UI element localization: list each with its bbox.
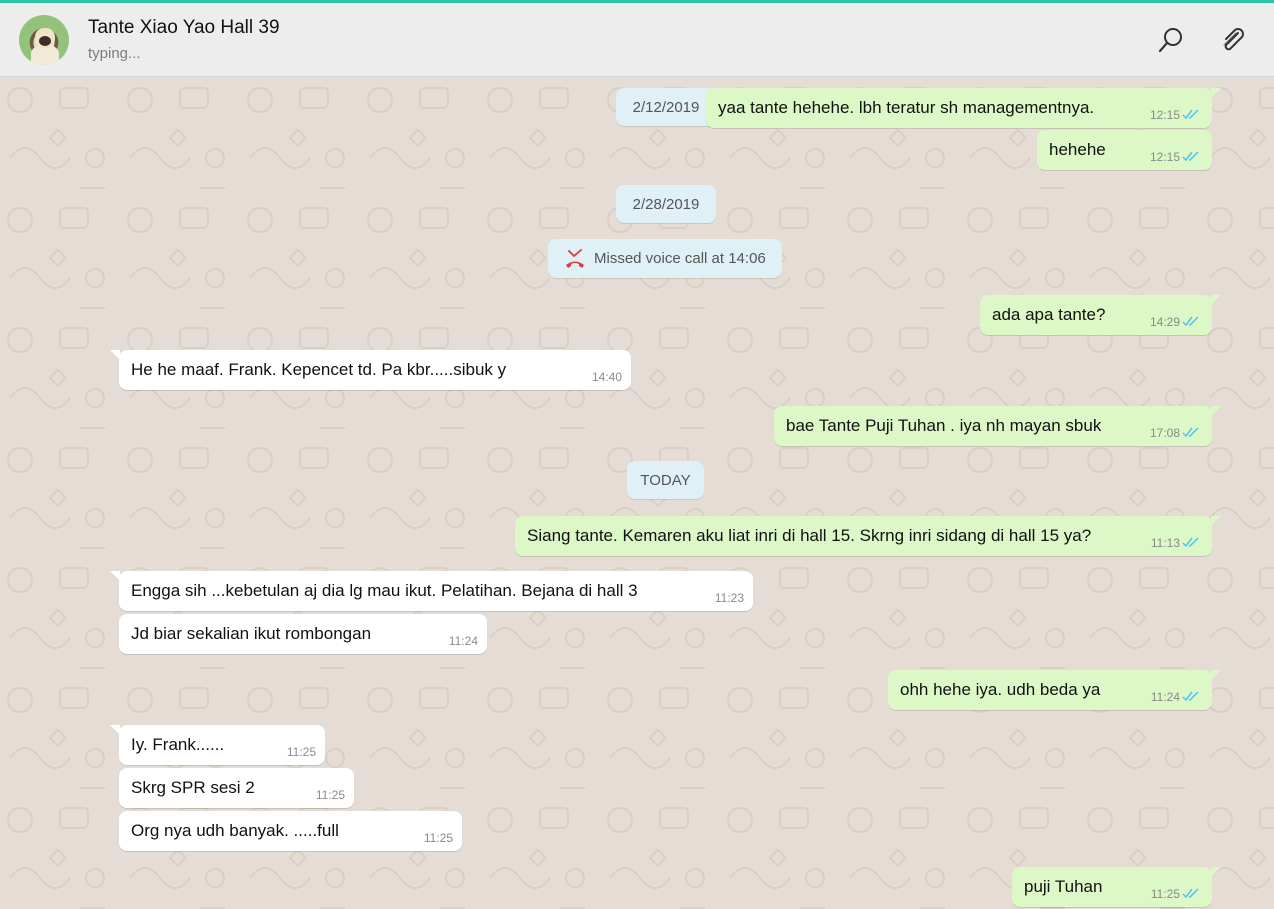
message-text: Skrg SPR sesi 2 <box>131 778 255 797</box>
message-time: 12:15 <box>1149 150 1180 164</box>
message-time: 14:29 <box>1149 315 1180 329</box>
message-time: 11:23 <box>714 591 744 605</box>
message-bubble-outgoing[interactable]: ohh hehe iya. udh beda ya 11:24 <box>888 670 1221 710</box>
date-separator: TODAY <box>627 461 704 499</box>
message-time: 11:24 <box>1150 690 1180 704</box>
message-bubble-incoming[interactable]: Org nya udh banyak. .....full 11:25 <box>119 811 462 851</box>
date-separator: 2/12/2019 <box>616 88 716 126</box>
chat-header: Tante Xiao Yao Hall 39 typing... <box>0 3 1274 77</box>
read-ticks-icon <box>1182 427 1199 438</box>
attach-button[interactable] <box>1216 23 1250 57</box>
message-bubble-incoming[interactable]: He he maaf. Frank. Kepencet td. Pa kbr..… <box>110 350 631 390</box>
message-time: 11:24 <box>448 634 478 648</box>
message-time: 17:08 <box>1149 426 1180 440</box>
typing-status: typing... <box>88 45 141 62</box>
read-ticks-icon <box>1182 888 1199 899</box>
date-label: 2/28/2019 <box>632 195 700 213</box>
message-time: 14:40 <box>591 370 622 384</box>
message-bubble-incoming[interactable]: Jd biar sekalian ikut rombongan 11:24 <box>119 614 487 654</box>
missed-call-icon <box>566 249 584 268</box>
message-time: 12:15 <box>1149 108 1180 122</box>
search-icon <box>1158 28 1182 53</box>
message-time: 11:25 <box>423 831 453 845</box>
message-time: 11:13 <box>1150 536 1180 550</box>
read-ticks-icon <box>1182 691 1199 702</box>
message-text: puji Tuhan <box>1024 877 1103 896</box>
message-time: 11:25 <box>1150 887 1180 901</box>
message-bubble-incoming[interactable]: Iy. Frank...... 11:25 <box>110 725 325 765</box>
message-bubble-outgoing[interactable]: yaa tante hehehe. lbh teratur sh managem… <box>706 88 1221 128</box>
message-time: 11:25 <box>315 788 345 802</box>
message-bubble-incoming[interactable]: Skrg SPR sesi 2 11:25 <box>119 768 354 808</box>
message-text: yaa tante hehehe. lbh teratur sh managem… <box>718 98 1095 117</box>
message-list[interactable]: 2/12/2019 yaa tante hehehe. lbh teratur … <box>0 78 1274 909</box>
read-ticks-icon <box>1182 316 1199 327</box>
message-text: He he maaf. Frank. Kepencet td. Pa kbr..… <box>131 360 507 379</box>
missed-call-label: Missed voice call at 14:06 <box>594 250 766 267</box>
message-time: 11:25 <box>286 745 316 759</box>
message-text: ohh hehe iya. udh beda ya <box>900 680 1101 699</box>
paperclip-icon <box>1223 28 1244 51</box>
message-text: Siang tante. Kemaren aku liat inri di ha… <box>527 526 1092 545</box>
message-text: Iy. Frank...... <box>131 735 225 754</box>
date-label: TODAY <box>640 471 691 489</box>
search-button[interactable] <box>1154 23 1188 57</box>
contact-name[interactable]: Tante Xiao Yao Hall 39 <box>88 17 280 39</box>
message-text: Org nya udh banyak. .....full <box>131 821 339 840</box>
message-text: hehehe <box>1049 140 1106 159</box>
message-bubble-incoming[interactable]: Engga sih ...kebetulan aj dia lg mau iku… <box>110 571 753 611</box>
read-ticks-icon <box>1182 109 1199 120</box>
message-bubble-outgoing[interactable]: Siang tante. Kemaren aku liat inri di ha… <box>515 516 1221 556</box>
chat-window: Tante Xiao Yao Hall 39 typing... 2/12/20… <box>0 0 1274 909</box>
message-bubble-outgoing[interactable]: ada apa tante? 14:29 <box>980 295 1221 335</box>
message-bubble-outgoing[interactable]: bae Tante Puji Tuhan . iya nh mayan sbuk… <box>774 406 1221 446</box>
message-text: ada apa tante? <box>992 305 1106 324</box>
message-text: Engga sih ...kebetulan aj dia lg mau iku… <box>131 581 638 600</box>
read-ticks-icon <box>1182 537 1199 548</box>
missed-call-notice[interactable]: Missed voice call at 14:06 <box>548 239 782 278</box>
message-bubble-outgoing[interactable]: puji Tuhan 11:25 <box>1012 867 1221 907</box>
message-text: Jd biar sekalian ikut rombongan <box>131 624 372 643</box>
message-bubble-outgoing[interactable]: hehehe 12:15 <box>1037 130 1212 170</box>
read-ticks-icon <box>1182 151 1199 162</box>
message-text: bae Tante Puji Tuhan . iya nh mayan sbuk <box>786 416 1102 435</box>
date-label: 2/12/2019 <box>632 98 700 116</box>
date-separator: 2/28/2019 <box>616 185 716 223</box>
contact-avatar[interactable] <box>19 15 69 65</box>
